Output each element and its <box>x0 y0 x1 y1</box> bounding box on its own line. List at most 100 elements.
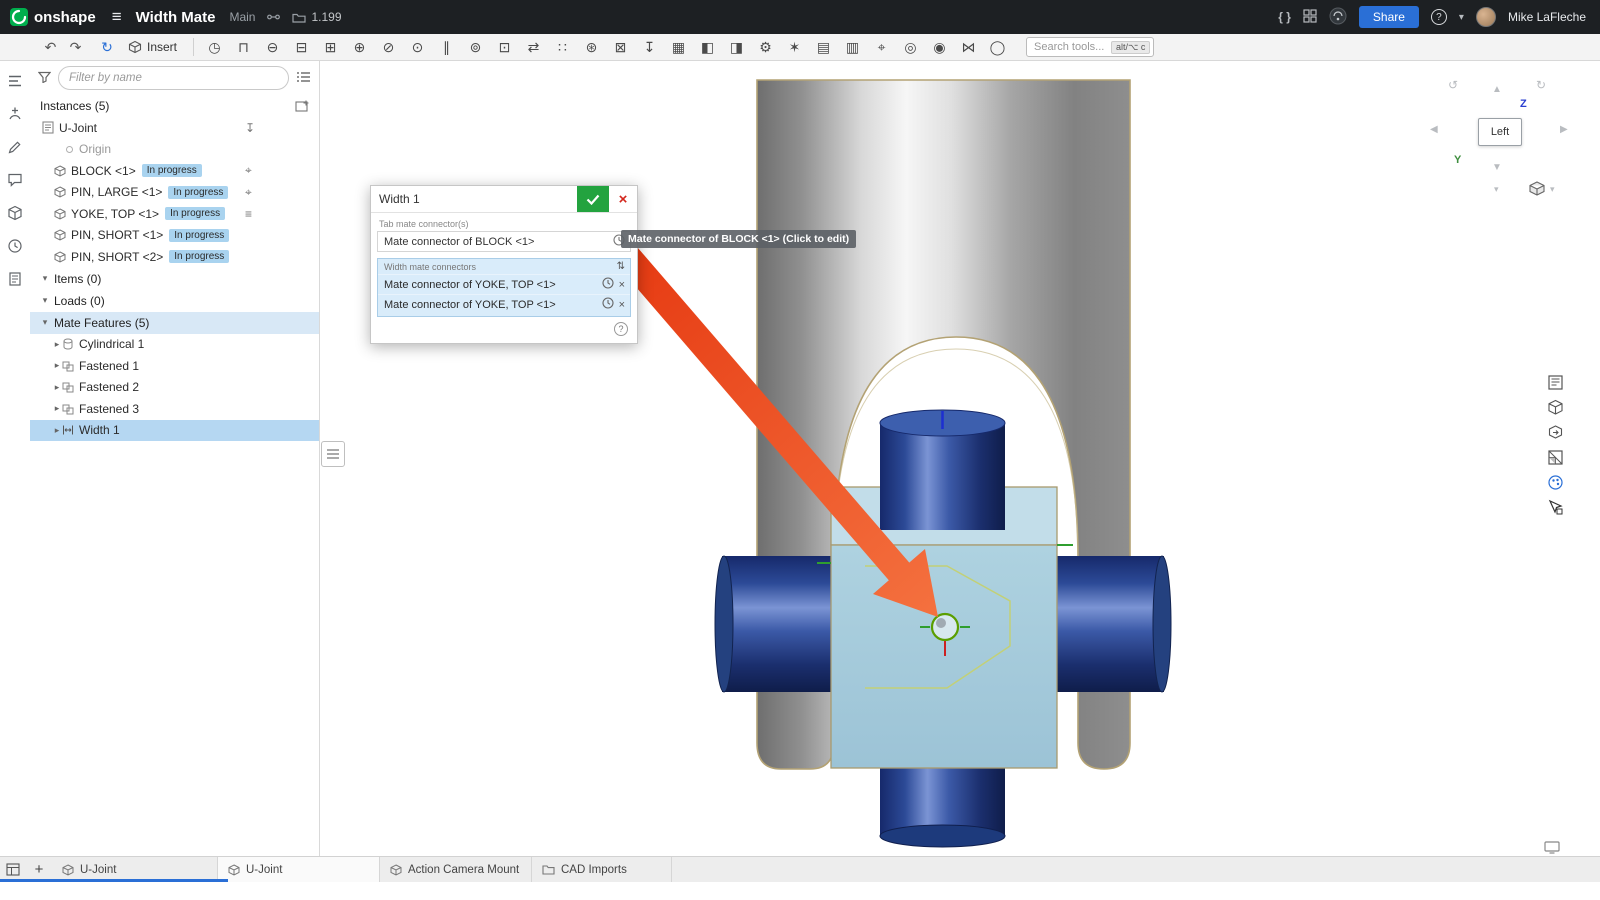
group-icon[interactable]: ⊡ <box>490 34 519 60</box>
community-badge-icon[interactable] <box>1329 7 1347 28</box>
configurations-icon[interactable]: ⚙ <box>751 34 780 60</box>
replicate-icon[interactable]: ⊠ <box>606 34 635 60</box>
pin-large-part[interactable] <box>880 410 1005 530</box>
linear-pattern-icon[interactable]: ∷ <box>548 34 577 60</box>
tree-row-instance[interactable]: PIN, SHORT <1> In progress <box>30 225 319 247</box>
display-mode-icon[interactable] <box>1528 180 1548 201</box>
mate-connector-indicator-icon[interactable]: ⌖ <box>245 163 252 178</box>
folder-icon[interactable] <box>292 12 306 23</box>
cancel-button[interactable]: × <box>609 186 637 212</box>
view-orientation-label[interactable]: Left <box>1478 118 1522 146</box>
remove-icon[interactable]: × <box>619 279 625 291</box>
history-icon[interactable] <box>7 238 23 257</box>
mate-feature-row[interactable]: ▸ Fastened 1 <box>30 355 319 377</box>
chevron-right-icon[interactable]: ▸ <box>52 360 62 371</box>
pin-short-right-part[interactable] <box>1056 556 1171 692</box>
mate-feature-row-selected[interactable]: ▸ Width 1 <box>30 420 319 442</box>
doc-tab-cad-imports[interactable]: CAD Imports <box>532 857 672 882</box>
section-panel-icon[interactable] <box>1547 449 1564 466</box>
insert-button[interactable]: Insert <box>128 40 177 54</box>
rotate-down-icon[interactable]: ▼ <box>1492 162 1502 173</box>
mate-connector-indicator-icon[interactable]: ⌖ <box>245 185 252 200</box>
rotate-right-icon[interactable]: ↻ <box>1536 78 1546 92</box>
remove-icon[interactable]: × <box>619 299 625 311</box>
contact-icon[interactable]: ⋈ <box>954 34 983 60</box>
snapshot-icon[interactable]: ▤ <box>809 34 838 60</box>
mate-relation-icon[interactable]: ⇄ <box>519 34 548 60</box>
mate-feature-row[interactable]: ▸ Fastened 2 <box>30 377 319 399</box>
chevron-right-icon[interactable]: ▸ <box>52 382 62 393</box>
rotate-left-icon[interactable]: ↺ <box>1448 78 1458 92</box>
undo-icon[interactable]: ↶ <box>38 39 63 56</box>
doc-tab-action-camera-mount[interactable]: Action Camera Mount <box>380 857 532 882</box>
fastened-mate-icon[interactable]: ⊓ <box>229 34 258 60</box>
export-view-icon[interactable] <box>1547 424 1564 441</box>
chevron-down-icon[interactable]: ▾ <box>40 273 50 284</box>
onshape-logo-icon[interactable] <box>10 8 28 26</box>
rotate-up-icon[interactable]: ▲ <box>1492 84 1502 95</box>
tree-row-root[interactable]: U-Joint ↧ <box>30 117 319 139</box>
dialog-title-bar[interactable]: Width 1 × <box>371 186 637 213</box>
in-context-icon[interactable]: ≡ <box>245 207 252 221</box>
clock-icon[interactable] <box>602 297 614 312</box>
user-name[interactable]: Mike LaFleche <box>1508 10 1586 24</box>
main-menu-icon[interactable]: ≡ <box>112 7 122 27</box>
simulation-icon[interactable]: ◯ <box>983 34 1012 60</box>
notes-icon[interactable] <box>7 271 23 290</box>
revolute-mate-icon[interactable]: ⊖ <box>258 34 287 60</box>
chevron-down-icon[interactable]: ▾ <box>40 317 50 328</box>
bom-table-icon[interactable]: ▦ <box>664 34 693 60</box>
tab-manager-icon[interactable] <box>0 863 26 876</box>
search-tools-input[interactable] <box>1034 41 1108 53</box>
logo-text[interactable]: onshape <box>34 9 96 26</box>
rotate-right-arrow-icon[interactable]: ▶ <box>1560 124 1568 135</box>
list-options-icon[interactable] <box>296 71 311 86</box>
redo-icon[interactable]: ↷ <box>63 39 88 56</box>
pin-bottom-part[interactable] <box>880 768 1005 847</box>
doc-tab-ujoint-2[interactable]: U-Joint <box>218 857 380 882</box>
tree-row-instance[interactable]: PIN, SHORT <2> In progress <box>30 246 319 268</box>
chevron-right-icon[interactable]: ▸ <box>52 403 62 414</box>
appearance-icon[interactable] <box>7 139 23 158</box>
measure-icon[interactable]: ⌖ <box>867 34 896 60</box>
model-viewport[interactable] <box>320 61 1600 856</box>
chevron-right-icon[interactable]: ▸ <box>52 425 62 436</box>
parallel-mate-icon[interactable]: ∥ <box>432 34 461 60</box>
planar-mate-icon[interactable]: ⊞ <box>316 34 345 60</box>
isometric-view-icon[interactable] <box>1547 399 1564 416</box>
parts-icon[interactable] <box>7 205 23 224</box>
help-icon[interactable]: ? <box>1431 9 1447 25</box>
filter-icon[interactable] <box>38 71 51 86</box>
insert-feature-icon[interactable]: ↧ <box>635 34 664 60</box>
tangent-mate-icon[interactable]: ⊚ <box>461 34 490 60</box>
display-states-icon[interactable]: ◨ <box>722 34 751 60</box>
panel-collapse-handle[interactable] <box>321 441 345 467</box>
selection-filter-icon[interactable] <box>1547 499 1564 516</box>
chevron-right-icon[interactable]: ▸ <box>52 339 62 350</box>
update-icon[interactable]: ↻ <box>96 39 118 56</box>
named-views-icon[interactable]: ▥ <box>838 34 867 60</box>
mate-feature-row[interactable]: ▸ Fastened 3 <box>30 398 319 420</box>
model-canvas[interactable] <box>320 61 1600 856</box>
rotate-left-arrow-icon[interactable]: ◀ <box>1430 124 1438 135</box>
cylindrical-mate-icon[interactable]: ⊕ <box>345 34 374 60</box>
filter-input[interactable] <box>58 66 289 90</box>
feature-list-icon[interactable] <box>7 73 23 92</box>
reorder-icon[interactable]: ⇅ <box>617 261 625 272</box>
appearance-tool-icon[interactable]: ◧ <box>693 34 722 60</box>
loads-section-header[interactable]: ▾ Loads (0) <box>30 290 319 312</box>
version-number[interactable]: 1.199 <box>311 10 341 24</box>
section-view-icon[interactable]: ◎ <box>896 34 925 60</box>
comment-icon[interactable] <box>7 172 23 191</box>
tree-row-origin[interactable]: Origin <box>30 139 319 161</box>
dialog-help-icon[interactable]: ? <box>614 322 628 336</box>
ball-mate-icon[interactable]: ⊙ <box>403 34 432 60</box>
workspace-label[interactable]: Main <box>229 10 255 24</box>
insert-arrow-icon[interactable]: ↧ <box>245 121 255 135</box>
mate-features-section-header[interactable]: ▾ Mate Features (5) <box>30 312 319 334</box>
pin-short-left-part[interactable] <box>715 556 832 692</box>
user-avatar[interactable] <box>1476 7 1496 27</box>
mate-feature-row[interactable]: ▸ Cylindrical 1 <box>30 334 319 356</box>
tree-row-instance[interactable]: YOKE, TOP <1> In progress ≡ <box>30 203 319 225</box>
items-section-header[interactable]: ▾ Items (0) <box>30 268 319 290</box>
